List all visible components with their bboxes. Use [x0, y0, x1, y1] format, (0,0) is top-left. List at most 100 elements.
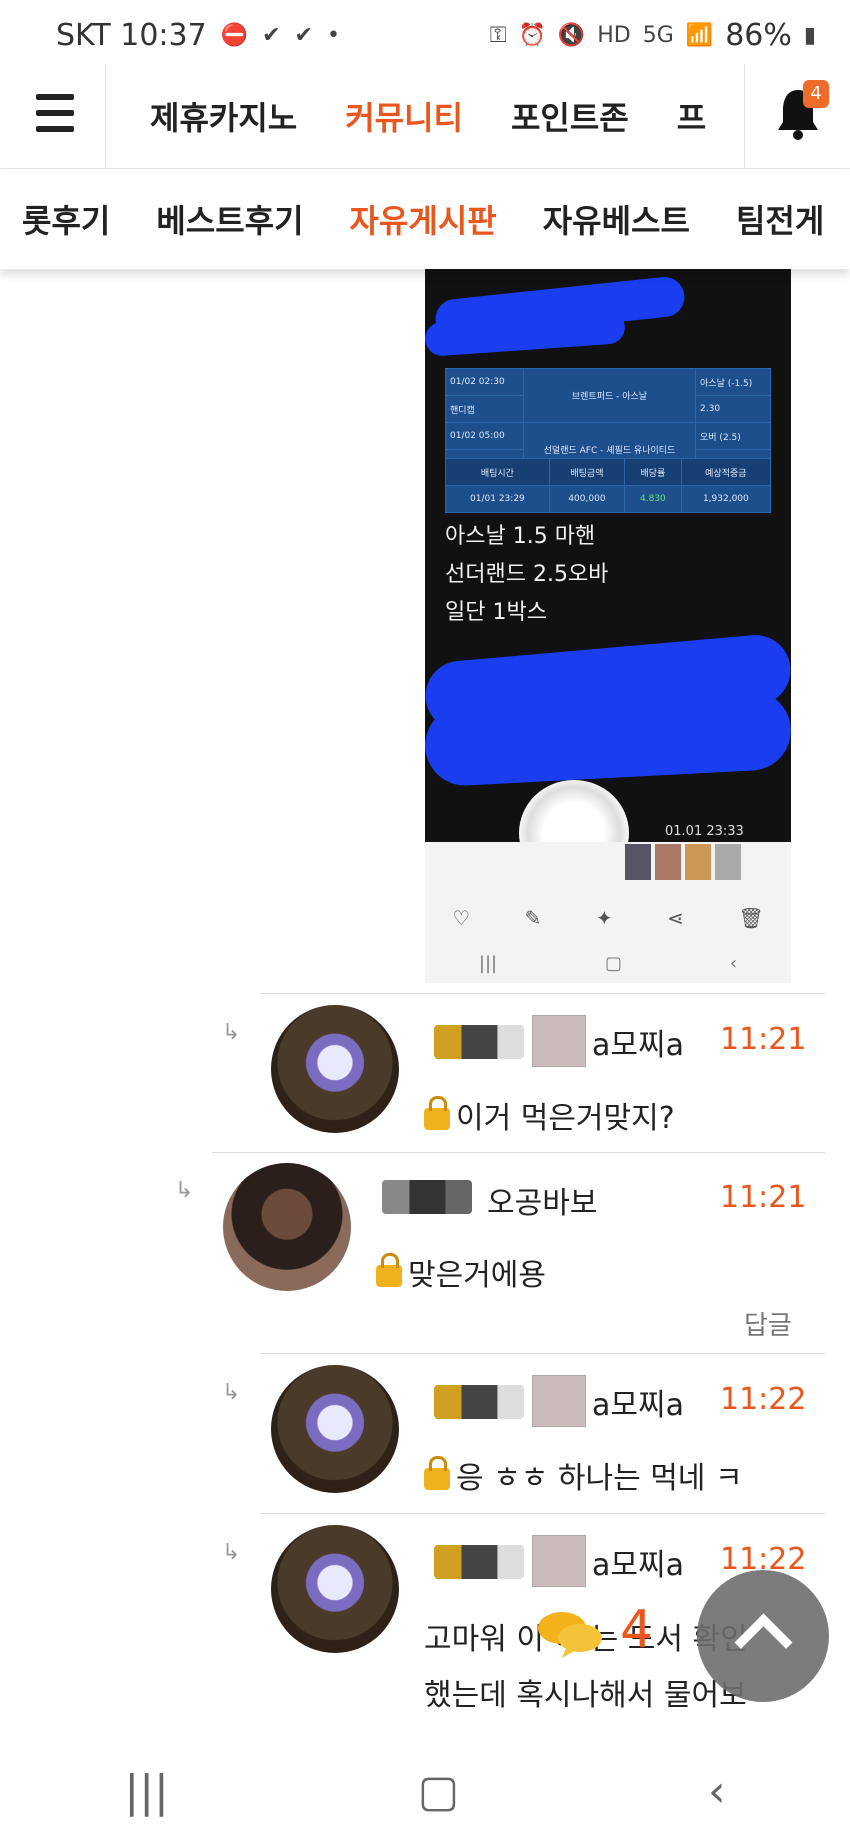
summary-header: 배당률	[624, 458, 682, 486]
summary-value: 01/01 23:29	[445, 485, 550, 513]
avatar[interactable]	[271, 1365, 399, 1493]
do-not-disturb-icon: ⛔	[220, 23, 249, 48]
thumbnail	[625, 844, 651, 880]
reply-arrow-icon: ↳	[222, 1540, 241, 1565]
screenshot-caption: 아스날 1.5 마핸 선더랜드 2.5오바 일단 1박스	[445, 518, 608, 632]
carrier-time: SKT 10:37	[56, 18, 207, 53]
key-icon: ⚿	[489, 23, 507, 48]
notification-badge: 4	[803, 80, 829, 108]
comment-author[interactable]: a모찌a	[592, 1540, 684, 1584]
lock-icon	[376, 1253, 402, 1287]
attached-screenshot[interactable]: 01/02 02:30 브렌트퍼드 - 아스날 아스날 (-1.5) 핸디캡 2…	[425, 268, 791, 983]
hamburger-icon	[36, 94, 74, 100]
comment-text: 이거 먹은거맞지?	[424, 1093, 675, 1137]
caption-line: 일단 1박스	[445, 600, 547, 625]
alarm-icon: ⏰	[518, 23, 546, 48]
caption-line: 아스날 1.5 마핸	[445, 524, 596, 549]
lock-icon	[424, 1456, 450, 1490]
back-icon[interactable]: ‹	[708, 1766, 726, 1817]
reply-button[interactable]: 답글	[744, 1305, 792, 1342]
comment-body: 했는데 혹시나해서 물어보	[424, 1678, 747, 1713]
bet-match: 브렌트퍼드 - 아스날	[522, 368, 697, 423]
summary-value: 1,932,000	[680, 485, 772, 513]
subtab-best-review[interactable]: 베스트후기	[156, 196, 303, 242]
profile-thumbnail	[532, 1015, 586, 1067]
rank-badge	[434, 1025, 524, 1059]
rank-badge	[382, 1180, 472, 1214]
reply-arrow-icon: ↳	[175, 1178, 194, 1203]
comment-body: 이거 먹은거맞지?	[456, 1101, 675, 1136]
overlay-time: 01.01 23:33	[665, 824, 744, 839]
thumbnail	[685, 844, 711, 880]
mute-icon: 🔇	[557, 23, 586, 48]
divider	[260, 1353, 825, 1354]
bet-odds: 2.30	[695, 395, 771, 423]
profile-thumbnail	[532, 1535, 586, 1587]
tab-community[interactable]: 커뮤니티	[345, 93, 463, 139]
system-nav-bar: ||| ▢ ‹	[0, 1740, 850, 1842]
comment-time: 11:22	[720, 1382, 807, 1417]
pencil-icon: ✎	[524, 906, 542, 930]
comment-text: 응 ㅎㅎ 하나는 먹네 ㅋ	[424, 1453, 743, 1497]
divider	[212, 1152, 825, 1153]
recents-icon[interactable]: |||	[124, 1766, 168, 1817]
menu-button[interactable]	[0, 64, 106, 168]
summary-header: 예상적중금	[680, 458, 772, 486]
battery-level: 86%	[725, 18, 792, 53]
check-icon: ✔	[262, 23, 281, 48]
summary-value: 4.830	[624, 485, 682, 513]
sparkle-icon: ✦	[595, 906, 613, 930]
comment-author[interactable]: 오공바보	[487, 1178, 597, 1222]
bet-pick: 아스날 (-1.5)	[695, 368, 771, 396]
lock-icon	[424, 1096, 450, 1130]
thumbnail	[715, 844, 741, 880]
hd-voice-icon: HD	[597, 23, 631, 48]
chat-count: 4	[620, 1600, 654, 1660]
reply-arrow-icon: ↳	[222, 1020, 241, 1045]
subtab-free-best[interactable]: 자유베스트	[543, 196, 690, 242]
comment-time: 11:21	[720, 1022, 807, 1057]
bet-date: 01/02 05:00	[445, 422, 524, 450]
hamburger-icon-bar	[36, 126, 74, 132]
gallery-toolbar: ♡ ✎ ✦ ⋖ 🗑	[425, 896, 791, 940]
chat-bubble-icon[interactable]	[536, 1608, 606, 1658]
reply-arrow-icon: ↳	[222, 1380, 241, 1405]
dot-icon: •	[326, 23, 340, 48]
back-icon: ‹	[729, 952, 738, 974]
top-nav: 제휴카지노 커뮤니티 포인트존 프 4	[0, 64, 850, 169]
summary-header: 배팅금액	[548, 458, 626, 486]
rank-badge	[434, 1545, 524, 1579]
comment-body: 맞은거에용	[408, 1258, 546, 1293]
home-icon: ▢	[604, 952, 622, 974]
tab-casino[interactable]: 제휴카지노	[150, 93, 297, 139]
tab-more[interactable]: 프	[677, 93, 706, 139]
home-icon[interactable]: ▢	[418, 1766, 460, 1817]
divider	[260, 993, 825, 994]
subtab-free-board[interactable]: 자유게시판	[350, 196, 497, 242]
main-tabs: 제휴카지노 커뮤니티 포인트존 프	[150, 64, 720, 168]
subtab-team[interactable]: 팀전게	[736, 196, 824, 242]
divider	[260, 1513, 825, 1514]
summary-header: 배팅시간	[445, 458, 550, 486]
comment-author[interactable]: a모찌a	[592, 1020, 684, 1064]
avatar[interactable]	[223, 1163, 351, 1291]
subtab-review[interactable]: 롯후기	[22, 196, 110, 242]
comment-text: 맞은거에용	[376, 1250, 546, 1294]
profile-thumbnail	[532, 1375, 586, 1427]
bet-type: 핸디캡	[445, 395, 524, 423]
sub-nav: 롯후기 베스트후기 자유게시판 자유베스트 팀전게	[0, 169, 850, 269]
comment-author[interactable]: a모찌a	[592, 1380, 684, 1424]
signal-icon: 📶	[685, 23, 714, 48]
battery-icon: ▮	[803, 23, 816, 48]
scroll-top-button[interactable]	[697, 1570, 829, 1702]
avatar[interactable]	[271, 1525, 399, 1653]
recents-icon: |||	[478, 952, 498, 974]
comment-time: 11:21	[720, 1180, 807, 1215]
notification-button[interactable]: 4	[744, 64, 850, 168]
check-icon: ✔	[294, 23, 313, 48]
thumbnail-strip	[625, 844, 741, 884]
5g-icon: 5G	[642, 23, 674, 48]
bet-date: 01/02 02:30	[445, 368, 524, 396]
tab-points[interactable]: 포인트존	[511, 93, 629, 139]
avatar[interactable]	[271, 1005, 399, 1133]
